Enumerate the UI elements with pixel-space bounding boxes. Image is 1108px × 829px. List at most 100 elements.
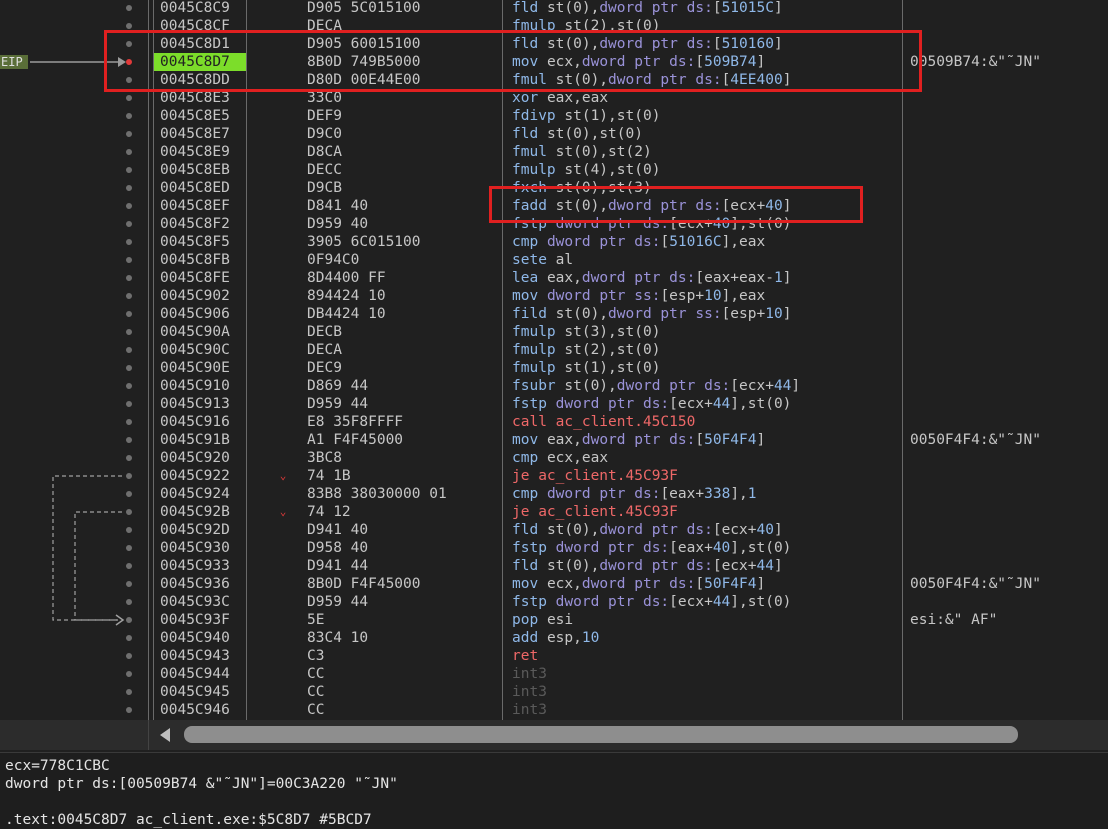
instruction-address[interactable]: 0045C92B bbox=[154, 503, 246, 521]
instruction-address[interactable]: 0045C944 bbox=[154, 665, 246, 683]
instruction-address[interactable]: 0045C916 bbox=[154, 413, 246, 431]
instruction-row[interactable]: 0045C924 83B8 38030000 01 cmp dword ptr ds… bbox=[0, 485, 1108, 503]
breakpoint-toggle-icon[interactable] bbox=[126, 527, 132, 533]
breakpoint-toggle-icon[interactable] bbox=[126, 563, 132, 569]
instruction-row[interactable]: 0045C93F 5E pop esi esi:&" AF" bbox=[0, 611, 1108, 629]
breakpoint-toggle-icon[interactable] bbox=[126, 581, 132, 587]
instruction-address[interactable]: 0045C924 bbox=[154, 485, 246, 503]
breakpoint-toggle-icon[interactable] bbox=[126, 617, 132, 623]
instruction-address[interactable]: 0045C933 bbox=[154, 557, 246, 575]
instruction-row[interactable]: 0045C91B A1 F4F45000 mov eax,dword ptr ds:… bbox=[0, 431, 1108, 449]
instruction-address[interactable]: 0045C920 bbox=[154, 449, 246, 467]
instruction-address[interactable]: 0045C93F bbox=[154, 611, 246, 629]
breakpoint-toggle-icon[interactable] bbox=[126, 383, 132, 389]
instruction-address[interactable]: 0045C922 bbox=[154, 467, 246, 485]
instruction-row[interactable]: 0045C940 83C4 10 add esp,10 bbox=[0, 629, 1108, 647]
instruction-address[interactable]: 0045C8E3 bbox=[154, 89, 246, 107]
instruction-address[interactable]: 0045C906 bbox=[154, 305, 246, 323]
instruction-address[interactable]: 0045C8DD bbox=[154, 71, 246, 89]
instruction-address[interactable]: 0045C945 bbox=[154, 683, 246, 701]
breakpoint-toggle-icon[interactable] bbox=[126, 185, 132, 191]
instruction-row[interactable]: ⌄ 0045C92B 74 12 je ac_client.45C93F bbox=[0, 503, 1108, 521]
breakpoint-toggle-icon[interactable] bbox=[126, 347, 132, 353]
breakpoint-toggle-icon[interactable] bbox=[126, 329, 132, 335]
breakpoint-toggle-icon[interactable] bbox=[126, 41, 132, 47]
breakpoint-toggle-icon[interactable] bbox=[126, 491, 132, 497]
instruction-address[interactable]: 0045C90E bbox=[154, 359, 246, 377]
instruction-row[interactable]: 0045C946 CC int3 bbox=[0, 701, 1108, 719]
instruction-address[interactable]: 0045C913 bbox=[154, 395, 246, 413]
instruction-row[interactable]: 0045C8F5 3905 6C015100 cmp dword ptr ds:[5… bbox=[0, 233, 1108, 251]
breakpoint-toggle-icon[interactable] bbox=[126, 113, 132, 119]
instruction-address[interactable]: 0045C90C bbox=[154, 341, 246, 359]
instruction-row[interactable]: 0045C933 D941 44 fld st(0),dword ptr ds:[e… bbox=[0, 557, 1108, 575]
instruction-row[interactable]: 0045C8F2 D959 40 fstp dword ptr ds:[ecx+40… bbox=[0, 215, 1108, 233]
instruction-row[interactable]: 0045C93C D959 44 fstp dword ptr ds:[ecx+44… bbox=[0, 593, 1108, 611]
instruction-address[interactable]: 0045C8ED bbox=[154, 179, 246, 197]
instruction-address[interactable]: 0045C8D7 bbox=[154, 53, 246, 71]
instruction-row[interactable]: 0045C90C DECA fmulp st(2),st(0) bbox=[0, 341, 1108, 359]
breakpoint-toggle-icon[interactable] bbox=[126, 221, 132, 227]
instruction-row[interactable]: 0045C8E7 D9C0 fld st(0),st(0) bbox=[0, 125, 1108, 143]
breakpoint-toggle-icon[interactable] bbox=[126, 599, 132, 605]
breakpoint-toggle-icon[interactable] bbox=[126, 23, 132, 29]
instruction-row[interactable]: 0045C943 C3 ret bbox=[0, 647, 1108, 665]
instruction-address[interactable]: 0045C8D1 bbox=[154, 35, 246, 53]
instruction-address[interactable]: 0045C8FE bbox=[154, 269, 246, 287]
breakpoint-toggle-icon[interactable] bbox=[126, 365, 132, 371]
instruction-row[interactable]: 0045C8FB 0F94C0 sete al bbox=[0, 251, 1108, 269]
breakpoint-toggle-icon[interactable] bbox=[126, 635, 132, 641]
instruction-address[interactable]: 0045C8EB bbox=[154, 161, 246, 179]
instruction-address[interactable]: 0045C8C9 bbox=[154, 0, 246, 17]
instruction-row[interactable]: 0045C913 D959 44 fstp dword ptr ds:[ecx+44… bbox=[0, 395, 1108, 413]
breakpoint-toggle-icon[interactable] bbox=[126, 653, 132, 659]
breakpoint-toggle-icon[interactable] bbox=[126, 401, 132, 407]
breakpoint-toggle-icon[interactable] bbox=[126, 473, 132, 479]
instruction-address[interactable]: 0045C92D bbox=[154, 521, 246, 539]
breakpoint-toggle-icon[interactable] bbox=[126, 689, 132, 695]
instruction-address[interactable]: 0045C8E9 bbox=[154, 143, 246, 161]
breakpoint-toggle-icon[interactable] bbox=[126, 77, 132, 83]
instruction-address[interactable]: 0045C8F2 bbox=[154, 215, 246, 233]
breakpoint-toggle-icon[interactable] bbox=[126, 239, 132, 245]
instruction-address[interactable]: 0045C8F5 bbox=[154, 233, 246, 251]
breakpoint-toggle-icon[interactable] bbox=[126, 149, 132, 155]
horizontal-scrollbar[interactable] bbox=[0, 720, 1108, 750]
instruction-row[interactable]: 0045C8E9 D8CA fmul st(0),st(2) bbox=[0, 143, 1108, 161]
instruction-row[interactable]: 0045C8DD D80D 00E44E00 fmul st(0),dword pt… bbox=[0, 71, 1108, 89]
breakpoint-toggle-icon[interactable] bbox=[126, 671, 132, 677]
instruction-address[interactable]: 0045C8FB bbox=[154, 251, 246, 269]
instruction-address[interactable]: 0045C902 bbox=[154, 287, 246, 305]
instruction-row[interactable]: 0045C944 CC int3 bbox=[0, 665, 1108, 683]
breakpoint-toggle-icon[interactable] bbox=[126, 545, 132, 551]
instruction-row[interactable]: 0045C920 3BC8 cmp ecx,eax bbox=[0, 449, 1108, 467]
instruction-row[interactable]: 0045C910 D869 44 fsubr st(0),dword ptr ds:… bbox=[0, 377, 1108, 395]
instruction-row[interactable]: 0045C906 DB4424 10 fild st(0),dword ptr ss… bbox=[0, 305, 1108, 323]
breakpoint-toggle-icon[interactable] bbox=[126, 203, 132, 209]
breakpoint-toggle-icon[interactable] bbox=[126, 707, 132, 713]
breakpoint-icon[interactable] bbox=[126, 59, 132, 65]
instruction-address[interactable]: 0045C8E5 bbox=[154, 107, 246, 125]
instruction-row[interactable]: 0045C8D1 D905 60015100 fld st(0),dword ptr… bbox=[0, 35, 1108, 53]
instruction-row[interactable]: 0045C8EB DECC fmulp st(4),st(0) bbox=[0, 161, 1108, 179]
instruction-row[interactable]: 0045C8CF DECA fmulp st(2),st(0) bbox=[0, 17, 1108, 35]
instruction-address[interactable]: 0045C930 bbox=[154, 539, 246, 557]
instruction-row[interactable]: 0045C8ED D9CB fxch st(0),st(3) bbox=[0, 179, 1108, 197]
instruction-row[interactable]: 0045C92D D941 40 fld st(0),dword ptr ds:[e… bbox=[0, 521, 1108, 539]
instruction-address[interactable]: 0045C946 bbox=[154, 701, 246, 719]
instruction-row[interactable]: 0045C916 E8 35F8FFFF call ac_client.45C150 bbox=[0, 413, 1108, 431]
instruction-row[interactable]: 0045C8E3 33C0 xor eax,eax bbox=[0, 89, 1108, 107]
instruction-row[interactable]: EIP 0045C8D7 8B0D 749B5000 mov ecx,dword pt… bbox=[0, 53, 1108, 71]
disassembly-view[interactable]: 0045C8C9 D905 5C015100 fld st(0),dword ptr… bbox=[0, 0, 1108, 720]
instruction-row[interactable]: 0045C8C9 D905 5C015100 fld st(0),dword ptr… bbox=[0, 0, 1108, 17]
breakpoint-toggle-icon[interactable] bbox=[126, 167, 132, 173]
instruction-row[interactable]: 0045C930 D958 40 fstp dword ptr ds:[eax+40… bbox=[0, 539, 1108, 557]
instruction-address[interactable]: 0045C910 bbox=[154, 377, 246, 395]
instruction-address[interactable]: 0045C8CF bbox=[154, 17, 246, 35]
instruction-row[interactable]: 0045C936 8B0D F4F45000 mov ecx,dword ptr d… bbox=[0, 575, 1108, 593]
scroll-left-icon[interactable] bbox=[160, 728, 170, 742]
breakpoint-toggle-icon[interactable] bbox=[126, 419, 132, 425]
instruction-address[interactable]: 0045C8E7 bbox=[154, 125, 246, 143]
instruction-row[interactable]: 0045C90A DECB fmulp st(3),st(0) bbox=[0, 323, 1108, 341]
breakpoint-toggle-icon[interactable] bbox=[126, 275, 132, 281]
